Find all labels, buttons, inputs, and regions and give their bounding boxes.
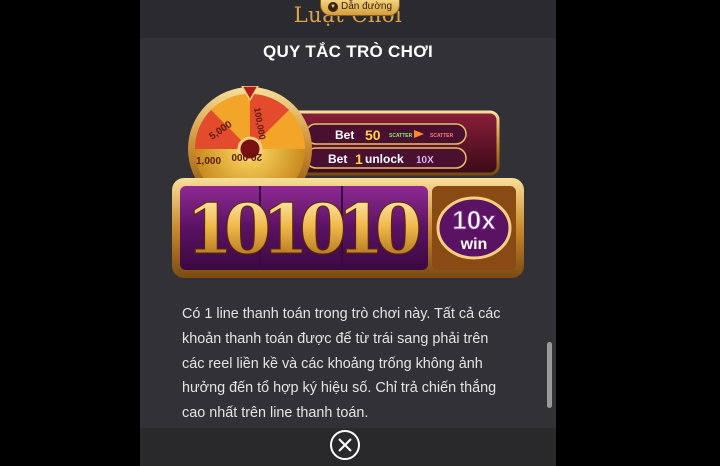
wheel-value-3: 20,000 [231,151,262,162]
bet-2-prefix: Bet [328,152,347,166]
bet-1-prefix: Bet [335,128,354,142]
win-label: win [460,236,488,253]
bet-1-value: 50 [365,127,381,143]
chevron-down-icon: ▼ [327,1,338,12]
reel-digits: 101010 [186,190,422,270]
slot-machine-illustration: 5,000 100,000 20,000 1,000 Bet 50 SCATTE… [172,86,524,278]
win-multiplier: 10x [452,205,496,235]
bet-2-suffix: unlock [365,152,404,166]
rules-screen: Luật Chơi ▼ Dẫn đường QUY TẮC TRÒ CHƠI [140,0,556,466]
rules-description: Có 1 line thanh toán trong trò chơi này.… [182,306,501,422]
close-button[interactable] [330,430,360,460]
section-title: QUY TẮC TRÒ CHƠI [262,42,434,61]
close-icon [338,438,352,452]
wheel-value-4: 1,000 [196,156,221,167]
guide-button[interactable]: ▼ Dẫn đường [320,0,400,16]
guide-label: Dẫn đường [340,1,393,12]
scatter-badge-1: SCATTER [389,133,413,139]
multiplier-badge: 10X [416,155,434,166]
header-bar: Luật Chơi ▼ Dẫn đường [140,0,556,38]
scatter-badge-2: SCATTER [430,133,454,139]
scrollbar-thumb[interactable] [547,342,552,408]
bet-2-value: 1 [355,151,363,167]
